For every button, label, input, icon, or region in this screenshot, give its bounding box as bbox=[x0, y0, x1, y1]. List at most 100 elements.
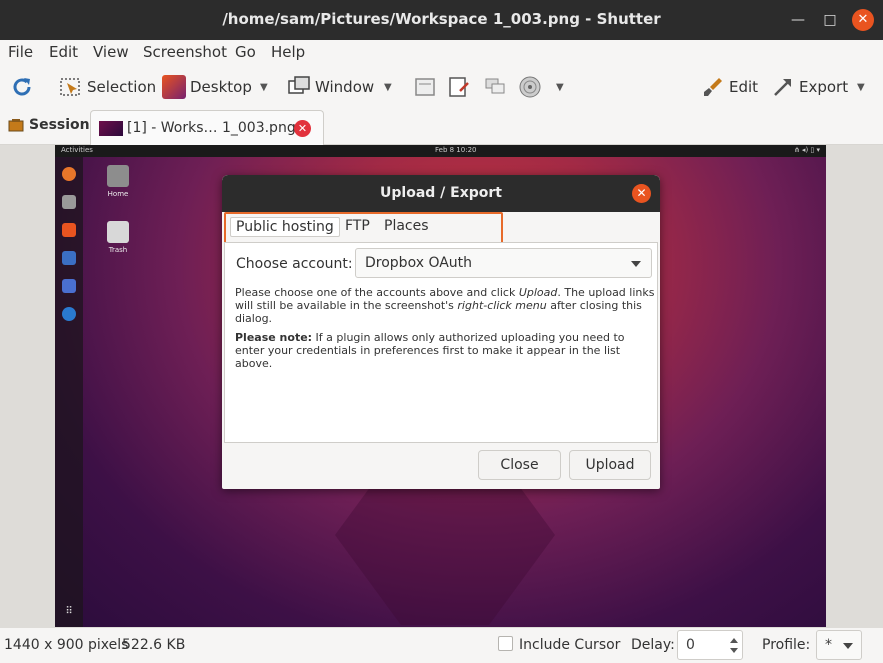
edit-button[interactable]: Edit bbox=[701, 74, 758, 100]
window-button[interactable]: Window bbox=[287, 74, 374, 100]
menu-capture-button[interactable] bbox=[413, 74, 441, 100]
edit-label: Edit bbox=[729, 78, 759, 96]
chevron-down-icon: ▼ bbox=[857, 81, 865, 93]
tooltip-capture-button[interactable] bbox=[447, 74, 475, 100]
note-label: Please note: bbox=[235, 331, 313, 344]
help-icon bbox=[62, 307, 76, 321]
paint-brush-icon bbox=[704, 78, 722, 96]
web-capture-button[interactable] bbox=[483, 74, 511, 100]
tab-places[interactable]: Places bbox=[384, 218, 429, 234]
chevron-down-icon[interactable] bbox=[730, 648, 738, 653]
software-icon bbox=[62, 223, 76, 237]
title-bar: /home/sam/Pictures/Workspace 1_003.png -… bbox=[0, 0, 883, 40]
instructions-upload-word: Upload bbox=[518, 286, 558, 299]
maximize-button[interactable]: □ bbox=[819, 9, 841, 31]
files-icon bbox=[62, 195, 76, 209]
account-select[interactable]: Dropbox OAuth bbox=[355, 248, 652, 278]
close-window-button[interactable]: ✕ bbox=[852, 9, 874, 31]
session-tab[interactable]: Session bbox=[8, 117, 90, 133]
tab-ftp[interactable]: FTP bbox=[345, 218, 370, 234]
refresh-button[interactable] bbox=[10, 74, 38, 100]
delay-value: 0 bbox=[686, 637, 695, 653]
menu-view[interactable]: View bbox=[93, 43, 129, 61]
dialog-header: Upload / Export ✕ bbox=[222, 175, 660, 212]
delay-spinner[interactable]: 0 bbox=[677, 630, 743, 660]
window-icon bbox=[288, 76, 310, 94]
notepad-icon bbox=[449, 77, 469, 97]
selection-label: Selection bbox=[87, 78, 157, 96]
document-tab-label: [1] - Works… 1_003.png bbox=[127, 120, 296, 136]
close-button[interactable]: Close bbox=[478, 450, 561, 480]
toolbar: Selection Desktop ▼ Window ▼ ▼ Edit Expo… bbox=[0, 66, 883, 108]
instructions-text: Please choose one of the accounts above … bbox=[235, 286, 655, 325]
trash-desktop-icon: Trash bbox=[98, 221, 138, 254]
include-cursor-checkbox[interactable] bbox=[498, 636, 513, 651]
home-desktop-icon: Home bbox=[98, 165, 138, 198]
chevron-down-icon: ▼ bbox=[260, 81, 268, 93]
chevron-down-icon bbox=[843, 643, 853, 649]
desktop-icon bbox=[162, 75, 186, 99]
export-label: Export bbox=[799, 78, 849, 96]
wallpaper-logo bbox=[335, 475, 555, 625]
menu-capture-icon bbox=[415, 78, 435, 96]
menu-file[interactable]: File bbox=[8, 43, 33, 61]
window-title: /home/sam/Pictures/Workspace 1_003.png -… bbox=[222, 10, 661, 28]
export-button[interactable]: Export bbox=[771, 74, 848, 100]
minimize-button[interactable]: — bbox=[787, 9, 809, 31]
web-button[interactable] bbox=[518, 74, 546, 100]
upload-export-dialog: Upload / Export ✕ Public hosting FTP Pla… bbox=[222, 175, 660, 489]
image-dimensions: 1440 x 900 pixels bbox=[4, 637, 129, 653]
text-editor-icon bbox=[62, 251, 76, 265]
firefox-icon bbox=[62, 167, 76, 181]
menu-go[interactable]: Go bbox=[235, 43, 256, 61]
desktop-button[interactable]: Desktop bbox=[162, 74, 252, 100]
export-dropdown[interactable]: ▼ bbox=[857, 74, 865, 100]
chevron-down-icon: ▼ bbox=[556, 81, 564, 93]
note-text: Please note: If a plugin allows only aut… bbox=[235, 331, 655, 370]
document-tab[interactable]: [1] - Works… 1_003.png ✕ bbox=[90, 110, 324, 145]
delay-label: Delay: bbox=[631, 637, 675, 653]
window-label: Window bbox=[315, 78, 375, 96]
trash-label: Trash bbox=[108, 246, 128, 254]
include-cursor-label: Include Cursor bbox=[519, 637, 621, 653]
home-label: Home bbox=[107, 190, 129, 198]
speech-bubbles-icon bbox=[485, 78, 505, 94]
instructions-right-click-menu: right-click menu bbox=[457, 299, 547, 312]
window-dropdown[interactable]: ▼ bbox=[384, 74, 392, 100]
dialog-tabs: Public hosting FTP Places bbox=[224, 212, 658, 248]
refresh-icon bbox=[13, 78, 31, 96]
selection-button[interactable]: Selection bbox=[59, 74, 156, 100]
profile-label: Profile: bbox=[762, 637, 811, 653]
desktop-label: Desktop bbox=[190, 78, 252, 96]
menu-help[interactable]: Help bbox=[271, 43, 305, 61]
preview-clock: Feb 8 10:20 bbox=[435, 146, 477, 154]
tab-public-hosting[interactable]: Public hosting bbox=[230, 217, 340, 237]
web-dropdown[interactable]: ▼ bbox=[556, 74, 564, 100]
preview-activities: Activities bbox=[61, 146, 93, 154]
session-label: Session bbox=[29, 117, 90, 133]
account-label: Choose account: bbox=[236, 256, 353, 272]
dialog-title: Upload / Export bbox=[380, 185, 502, 201]
desktop-dropdown[interactable]: ▼ bbox=[260, 74, 268, 100]
trash-icon bbox=[107, 221, 129, 243]
export-arrow-icon bbox=[774, 79, 791, 96]
chevron-up-icon[interactable] bbox=[730, 638, 738, 643]
close-tab-icon[interactable]: ✕ bbox=[294, 120, 311, 137]
menu-edit[interactable]: Edit bbox=[49, 43, 78, 61]
profile-select[interactable]: * bbox=[816, 630, 862, 660]
tabs-row: Session [1] - Works… 1_003.png ✕ bbox=[0, 108, 883, 145]
dialog-close-icon[interactable]: ✕ bbox=[632, 184, 651, 203]
menu-screenshot[interactable]: Screenshot bbox=[143, 43, 227, 61]
public-hosting-page: Choose account: Dropbox OAuth Please cho… bbox=[224, 242, 658, 443]
upload-button[interactable]: Upload bbox=[569, 450, 651, 480]
selection-icon bbox=[60, 78, 80, 96]
menu-bar: File Edit View Screenshot Go Help bbox=[0, 40, 883, 66]
chevron-down-icon: ▼ bbox=[384, 81, 392, 93]
preview-topbar: Activities Feb 8 10:20 ⋔ ◂) ▯ ▾ bbox=[55, 145, 826, 157]
status-bar: 1440 x 900 pixels 522.6 KB Include Curso… bbox=[0, 628, 883, 663]
disc-icon bbox=[519, 76, 541, 98]
screenshot-app-icon bbox=[62, 279, 76, 293]
preview-system-icons: ⋔ ◂) ▯ ▾ bbox=[793, 146, 820, 154]
session-icon bbox=[8, 119, 24, 132]
account-value: Dropbox OAuth bbox=[365, 255, 473, 271]
